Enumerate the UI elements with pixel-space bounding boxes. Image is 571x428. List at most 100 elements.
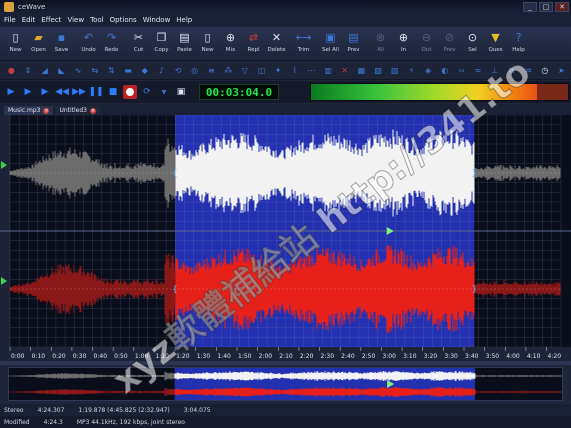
arrow-right-icon[interactable]: ➤ (554, 64, 569, 77)
close-tab-icon[interactable]: × (43, 107, 50, 114)
fade-out-icon[interactable]: ◣ (54, 64, 69, 77)
close-tab-icon[interactable]: × (90, 107, 97, 114)
distortion-icon[interactable]: ⚡ (404, 64, 419, 77)
play-selection-icon[interactable]: ▶ (38, 85, 52, 99)
delay-icon[interactable]: ⋯ (304, 64, 319, 77)
toolbar-label: Delete (267, 47, 286, 53)
menu-file[interactable]: File (4, 16, 16, 24)
spectrum-icon[interactable]: ▦ (354, 64, 369, 77)
menu-effect[interactable]: Effect (41, 16, 61, 24)
vocal-remove-icon[interactable]: ✕ (337, 64, 352, 77)
toolbar-help-button[interactable]: ? Help (507, 27, 530, 59)
tab-music[interactable]: Music.mp3 × (4, 106, 54, 115)
fast-forward-icon[interactable]: ▶▶ (72, 85, 86, 99)
horizontal-scrollbar[interactable] (0, 361, 571, 365)
waveform-editor[interactable]: {{}} 0:00 0:10 0:20 0:30 0:40 0:50 1:00 1:10 1:20… (0, 115, 571, 365)
phaser-icon[interactable]: ◐ (437, 64, 452, 77)
toolbar-open-button[interactable]: ▰ Open (27, 27, 50, 59)
selection-start-handle[interactable]: { (172, 285, 178, 295)
timeline-label: 4:10 (527, 353, 541, 360)
timeline-label: 0:40 (94, 353, 108, 360)
reverse-icon[interactable]: ⇆ (87, 64, 102, 77)
toolbar-trim-button[interactable]: ⟷ Trim (292, 27, 315, 59)
stereo-icon[interactable]: ◫ (254, 64, 269, 77)
maximize-button[interactable]: □ (539, 2, 553, 12)
toolbar-mix-button[interactable]: ⊕ Mix (219, 27, 242, 59)
waveform-canvas[interactable]: {{}} 0:00 0:10 0:20 0:30 0:40 0:50 1:00 1:10 1:20… (0, 115, 571, 365)
reverb-icon[interactable]: ◎ (187, 64, 202, 77)
pause-icon[interactable]: ❚❚ (88, 85, 103, 99)
toolbar-undo-button[interactable]: ↶ Undo (77, 27, 100, 59)
amplify-icon[interactable]: ⇕ (21, 64, 36, 77)
open-folder-icon: ▰ (34, 30, 43, 44)
selection-end-handle[interactable]: } (471, 169, 477, 179)
toolbar-copy-button[interactable]: ❐ Copy (150, 27, 173, 59)
wah-icon[interactable]: ◈ (421, 64, 436, 77)
tremolo-icon[interactable]: ≈ (471, 64, 486, 77)
compressor-icon[interactable]: ▥ (321, 64, 336, 77)
toolbar-prev-button[interactable]: ⊘ Prev (438, 27, 461, 59)
status-bar: Stereo 4:24.307 1:19.878 (4:45.825 (2:32… (0, 404, 571, 416)
minimize-button[interactable]: _ (523, 2, 537, 12)
fade-in-icon[interactable]: ◢ (37, 64, 52, 77)
toolbar-sel-button[interactable]: ⊙ Sel (461, 27, 484, 59)
flanger-icon[interactable]: ⌇ (287, 64, 302, 77)
equalizer-icon[interactable]: ≡ (204, 64, 219, 77)
pitch-icon[interactable]: ♪ (154, 64, 169, 77)
selection-start-handle[interactable]: { (172, 169, 178, 179)
rewind-icon[interactable]: ◀◀ (55, 85, 69, 99)
toolbar-repl-button[interactable]: ⇄ Repl (242, 27, 265, 59)
toolbar-in-button[interactable]: ⊕ In (392, 27, 415, 59)
normalize-icon[interactable]: ● (4, 64, 19, 77)
band-icon[interactable]: ▧ (371, 64, 386, 77)
silence-icon[interactable]: ▬ (121, 64, 136, 77)
clock-icon[interactable]: ◷ (538, 64, 553, 77)
stop-icon[interactable]: ■ (106, 85, 120, 99)
gate-icon[interactable]: ▨ (387, 64, 402, 77)
noise-icon[interactable]: ⁂ (221, 64, 236, 77)
toolbar-cut-button[interactable]: ✂ Cut (127, 27, 150, 59)
toolbar-all-button[interactable]: ⊗ All (369, 27, 392, 59)
menu-window[interactable]: Window (143, 16, 171, 24)
toolbar-out-button[interactable]: ⊖ Out (415, 27, 438, 59)
menu-view[interactable]: View (67, 16, 84, 24)
status-cursor: 3:04.075 (183, 406, 211, 414)
toolbar-new-button[interactable]: ▯ New (196, 27, 219, 59)
insert-silence-icon[interactable]: ◆ (137, 64, 152, 77)
toolbar-save-button[interactable]: ▪ Save (50, 27, 73, 59)
record-button[interactable] (123, 85, 137, 99)
toolbar-ques-button[interactable]: ▼ Ques (484, 27, 507, 59)
filter-icon[interactable]: ▽ (237, 64, 252, 77)
menu-help[interactable]: Help (176, 16, 192, 24)
selection-end-handle[interactable]: } (471, 285, 477, 295)
menu-options[interactable]: Options (110, 16, 137, 24)
toolbar-sel-all-button[interactable]: ▣ Sel All (319, 27, 342, 59)
overview-panel[interactable] (8, 367, 563, 401)
overview-canvas[interactable] (8, 368, 562, 400)
tempo-icon[interactable]: ⟲ (171, 64, 186, 77)
convert-icon[interactable]: ⇌ (521, 64, 536, 77)
main-toolbar: ▯ New ▰ Open ▪ Save ↶ Undo ↷ Redo ✂ Cut ❐ Copy ▤ Paste ▯… (0, 27, 571, 61)
echo-icon[interactable]: ∿ (71, 64, 86, 77)
toolbar-prev-button[interactable]: ▤ Prev (342, 27, 365, 59)
close-button[interactable]: ✕ (555, 2, 569, 12)
monitor-icon[interactable]: ▣ (174, 85, 188, 99)
tab-label: Untitled3 (59, 107, 88, 114)
menu-edit[interactable]: Edit (22, 16, 36, 24)
play-icon[interactable]: ▶ (4, 85, 18, 99)
dropdown-icon[interactable]: ▼ (157, 85, 171, 99)
status-bar-secondary: Modified 4:24.3 MP3 44.1kHz, 192 kbps, j… (0, 416, 571, 428)
toolbar-new-button[interactable]: ▯ New (4, 27, 27, 59)
loop-icon[interactable]: ⟳ (140, 85, 154, 99)
dc-offset-icon[interactable]: ⊥ (487, 64, 502, 77)
vibrato-icon[interactable]: ∾ (454, 64, 469, 77)
chorus-icon[interactable]: ✦ (271, 64, 286, 77)
play-from-start-icon[interactable]: ▶ (21, 85, 35, 99)
toolbar-paste-button[interactable]: ▤ Paste (173, 27, 196, 59)
menu-tool[interactable]: Tool (90, 16, 104, 24)
toolbar-delete-button[interactable]: ✕ Delete (265, 27, 288, 59)
toolbar-redo-button[interactable]: ↷ Redo (100, 27, 123, 59)
resample-icon[interactable]: ⧉ (504, 64, 519, 77)
invert-icon[interactable]: ⇅ (104, 64, 119, 77)
tab-untitled3[interactable]: Untitled3 × (55, 106, 101, 115)
